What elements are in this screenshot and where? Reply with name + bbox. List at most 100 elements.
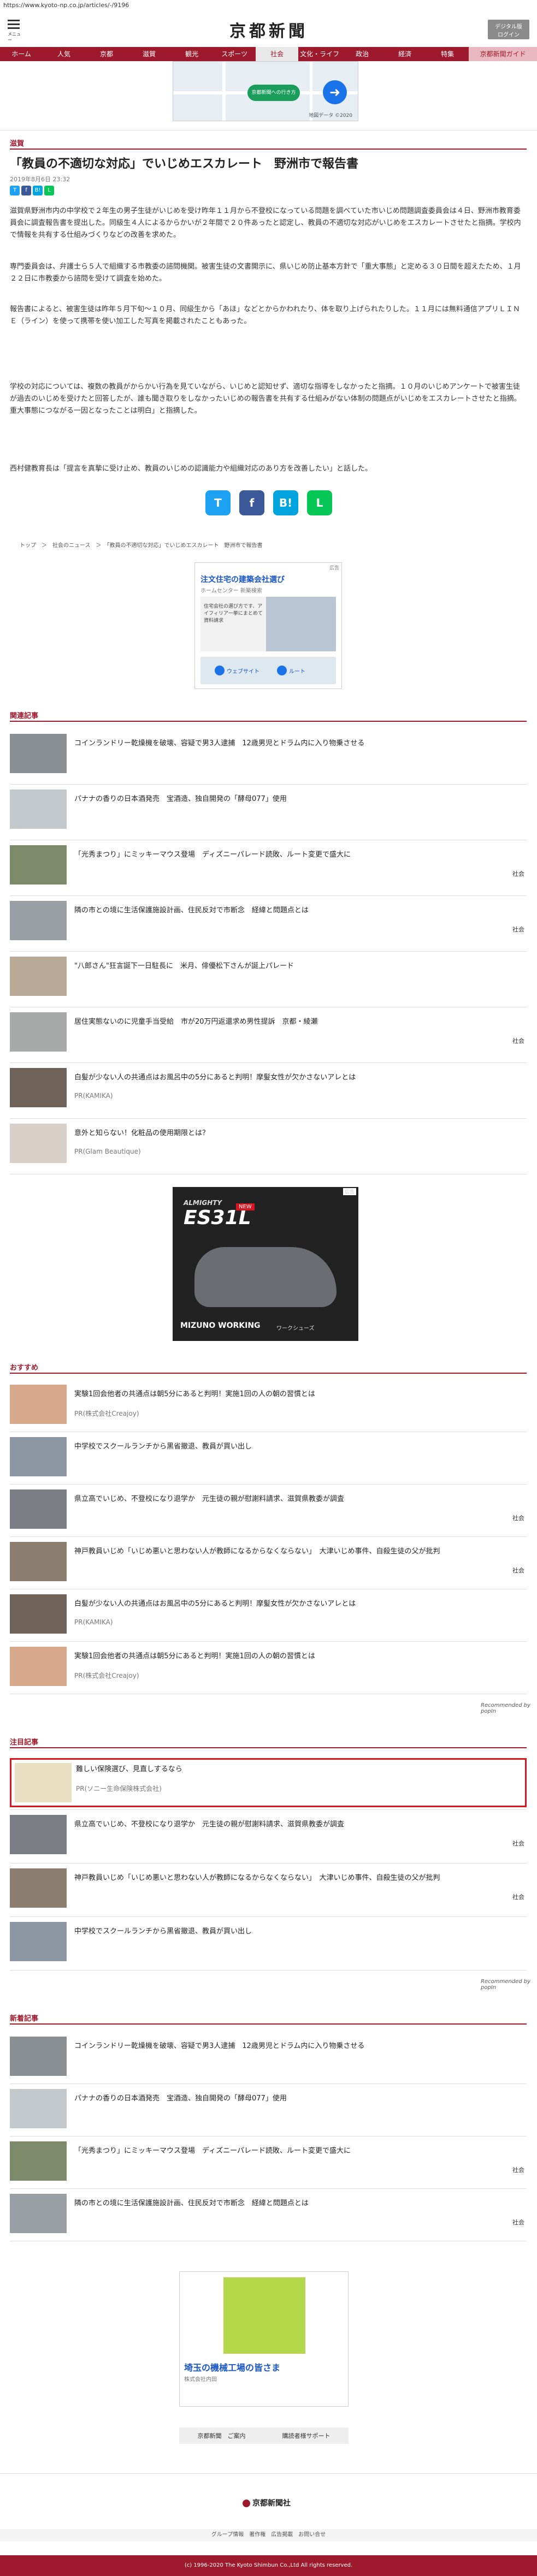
article-link[interactable]: 隣の市との境に生活保護施設計画、住民反対で市断念 経緯と問題点とは [74,905,522,916]
line-share-icon[interactable]: L [44,186,54,195]
article-link[interactable]: 中学校でスクールランチから黒省撤退、教員が買い出し [74,1441,522,1452]
nav-item[interactable]: 人気 [43,47,85,61]
nav-item[interactable]: 京都 [85,47,128,61]
article-link[interactable]: パナナの香りの日本酒発売 宝酒造、独自開発の「酵母077」使用 [74,794,522,805]
popin-credit[interactable]: Recommended by popIn [481,1979,537,1991]
category-tag[interactable]: 社会 [512,1036,524,1045]
nav-item[interactable]: 文化・ライフ [298,47,341,61]
category-tag[interactable]: 社会 [512,1839,524,1848]
article-thumbnail[interactable] [10,901,67,940]
category-tag[interactable]: 社会 [512,925,524,934]
housing-ad[interactable]: 広告 注文住宅の建築会社選び ホームセンター 新築検索 住宅会社の選び方です、ア… [194,562,342,689]
footer-guide-link[interactable]: 京都新聞 ご案内 [198,2431,246,2440]
article-thumbnail[interactable] [10,1594,67,1634]
article-thumbnail[interactable] [10,1385,67,1424]
article-link[interactable]: 難しい保険選び、見直しするなら [76,1764,524,1775]
list-item[interactable]: 白髪が少ない人の共通点はお風呂中の5分にあると判明！摩髪女性が欠かさないアレとは… [10,1594,527,1638]
shoe-ad[interactable]: 広告 ALMIGHTY ES31L NEW MIZUNO WORKING ワーク… [173,1187,358,1341]
map-pin[interactable]: 京都新聞への行き方 [247,85,300,101]
list-item[interactable]: 意外と知らない！化粧品の使用期限とは？ PR(Glam Beautique) [10,1124,527,1167]
article-link[interactable]: 実験1回会他者の共通点は朝5分にあると判明！実施1回の人の朝の習慣とは [74,1651,522,1662]
nav-item[interactable]: 特集 [426,47,469,61]
list-item[interactable]: 中学校でスクールランチから黒省撤退、教員が買い出し [10,1922,527,1966]
article-thumbnail[interactable] [10,1489,67,1529]
nav-item[interactable]: スポーツ [213,47,256,61]
article-thumbnail[interactable] [10,1868,67,1908]
article-link[interactable]: 実験1回会他者の共通点は朝5分にあると判明！実施1回の人の朝の習慣とは [74,1389,522,1400]
list-item[interactable]: 実験1回会他者の共通点は朝5分にあると判明！実施1回の人の朝の習慣とは PR(株式… [10,1647,527,1690]
footer-nav[interactable]: グループ情報 著作権 広告掲載 お問い合せ [0,2529,537,2541]
article-link[interactable]: コインランドリー乾燥機を破壊、容疑で男3人逮捕 12歳男児とドラム内に入り物乗さ… [74,2041,522,2052]
nav-item[interactable]: 京都新聞ガイド [469,47,537,61]
menu-button[interactable]: メニュー [8,17,22,43]
article-thumbnail[interactable] [15,1763,72,1802]
hatena-share-icon[interactable]: B! [33,186,43,195]
article-thumbnail[interactable] [10,790,67,829]
category-tag[interactable]: 社会 [512,2165,524,2174]
article-link[interactable]: 隣の市との境に生活保護施設計画、住民反対で市断念 経緯と問題点とは [74,2198,522,2209]
article-thumbnail[interactable] [10,734,67,773]
bottom-ad[interactable]: 埼玉の機械工場の皆さま 株式会社内田 [179,2271,349,2407]
list-item[interactable]: 神戸教員いじめ「いじめ悪いと思わない人が教師になるからなくならない」 大津いじめ… [10,1542,527,1586]
category-tag[interactable]: 社会 [512,1566,524,1575]
hatena-share-icon[interactable]: B! [273,490,298,515]
article-link[interactable]: 意外と知らない！化粧品の使用期限とは？ [74,1128,522,1139]
map-ad[interactable]: 京都新聞への行き方 ➜ 地図データ ©2020 [173,61,358,121]
article-link[interactable]: 神戸教員いじめ「いじめ悪いと思わない人が教師になるからなくならない」 大津いじめ… [74,1546,522,1557]
article-link[interactable]: パナナの香りの日本酒発売 宝酒造、独自開発の「酵母077」使用 [74,2093,522,2104]
article-section[interactable]: 滋賀 [10,138,24,148]
article-thumbnail[interactable] [10,2089,67,2128]
list-item[interactable]: コインランドリー乾燥機を破壊、容疑で男3人逮捕 12歳男児とドラム内に入り物乗さ… [10,2037,527,2080]
list-item[interactable]: 神戸教員いじめ「いじめ悪いと思わない人が教師になるからなくならない」 大津いじめ… [10,1868,527,1912]
ad-route-button[interactable]: ルート [289,667,305,675]
article-thumbnail[interactable] [10,2141,67,2181]
list-item[interactable]: 県立高でいじめ、不登校になり退学か 元生徒の親が慰謝料請求、滋賀県教委が調査 社会 [10,1489,527,1533]
article-link[interactable]: 県立高でいじめ、不登校になり退学か 元生徒の親が慰謝料請求、滋賀県教委が調査 [74,1819,522,1830]
list-item[interactable]: 隣の市との境に生活保護施設計画、住民反対で市断念 経緯と問題点とは社会 [10,2194,527,2237]
article-link[interactable]: 居住実態ないのに児童手当受給 市が20万円返還求め男性提訴 京都・綾瀬 [74,1017,522,1028]
article-thumbnail[interactable] [10,1068,67,1107]
list-item[interactable]: 白髪が少ない人の共通点はお風呂中の5分にあると判明！摩髪女性が欠かさないアレとは… [10,1068,527,1112]
article-link[interactable]: 「光秀まつり」にミッキーマウス登場 ディズニーパレード読敗、ルート変更で盛大に [74,2146,522,2157]
facebook-share-icon[interactable]: f [21,186,31,195]
breadcrumb[interactable]: トップ ＞ 社会のニュース ＞ 「教員の不適切な対応」でいじめエスカレート 野洲… [20,541,263,549]
category-tag[interactable]: 社会 [512,1513,524,1522]
nav-item[interactable]: 経済 [383,47,426,61]
list-item[interactable]: 居住実態ないのに児童手当受給 市が20万円返還求め男性提訴 京都・綾瀬社会 [10,1012,527,1056]
list-item[interactable]: パナナの香りの日本酒発売 宝酒造、独自開発の「酵母077」使用 [10,790,527,833]
article-link[interactable]: 中学校でスクールランチから黒省撤退、教員が買い出し [74,1926,522,1937]
list-item[interactable]: 実験1回会他者の共通点は朝5分にあると判明！実施1回の人の朝の習慣とは PR(株式… [10,1385,527,1428]
article-thumbnail[interactable] [10,1922,67,1961]
article-thumbnail[interactable] [10,2037,67,2076]
article-thumbnail[interactable] [10,1542,67,1581]
directions-icon[interactable]: ➜ [323,80,347,104]
category-tag[interactable]: 社会 [512,1892,524,1901]
digital-login-button[interactable]: デジタル版 ログイン [488,20,529,39]
category-tag[interactable]: 社会 [512,869,524,878]
list-item[interactable]: 県立高でいじめ、不登校になり退学か 元生徒の親が慰謝料請求、滋賀県教委が調査社会 [10,1815,527,1859]
list-item[interactable]: 隣の市との境に生活保護施設計画、住民反対で市断念 経緯と問題点とは社会 [10,901,527,945]
article-thumbnail[interactable] [10,1437,67,1476]
footer-support-link[interactable]: 購読者様サポート [282,2431,331,2440]
article-link[interactable]: "八郎さん"狂言誕下一日駐長に 米月、俳優松下さんが誕上パレード [74,961,522,972]
popin-credit[interactable]: Recommended by popIn [481,1702,537,1714]
list-item[interactable]: "八郎さん"狂言誕下一日駐長に 米月、俳優松下さんが誕上パレード [10,957,527,1000]
line-share-icon[interactable]: L [307,490,332,515]
article-thumbnail[interactable] [10,2194,67,2233]
nav-item[interactable]: 政治 [341,47,383,61]
article-thumbnail[interactable] [10,1647,67,1686]
nav-item[interactable]: 観光 [170,47,213,61]
list-item[interactable]: コインランドリー乾燥機を破壊、容疑で男3人逮捕 12歳男児とドラム内に入り物乗さ… [10,734,527,777]
list-item[interactable]: 中学校でスクールランチから黒省撤退、教員が買い出し [10,1437,527,1481]
article-link[interactable]: コインランドリー乾燥機を破壊、容疑で男3人逮捕 12歳男児とドラム内に入り物乗さ… [74,738,522,749]
site-logo[interactable]: 京都新聞 [208,17,330,41]
list-item[interactable]: 「光秀まつり」にミッキーマウス登場 ディズニーパレード読敗、ルート変更で盛大に社… [10,2141,527,2185]
category-tag[interactable]: 社会 [512,2218,524,2227]
list-item[interactable]: 難しい保険選び、見直しするなら PR(ソニー生命保険株式会社) [10,1758,527,1807]
list-item[interactable]: パナナの香りの日本酒発売 宝酒造、独自開発の「酵母077」使用 [10,2089,527,2133]
nav-item[interactable]: ホーム [0,47,43,61]
nav-item[interactable]: 滋賀 [128,47,170,61]
ad-title[interactable]: 埼玉の機械工場の皆さま [184,2360,280,2373]
twitter-share-icon[interactable]: T [10,186,20,195]
ad-website-button[interactable]: ウェブサイト [227,667,259,675]
